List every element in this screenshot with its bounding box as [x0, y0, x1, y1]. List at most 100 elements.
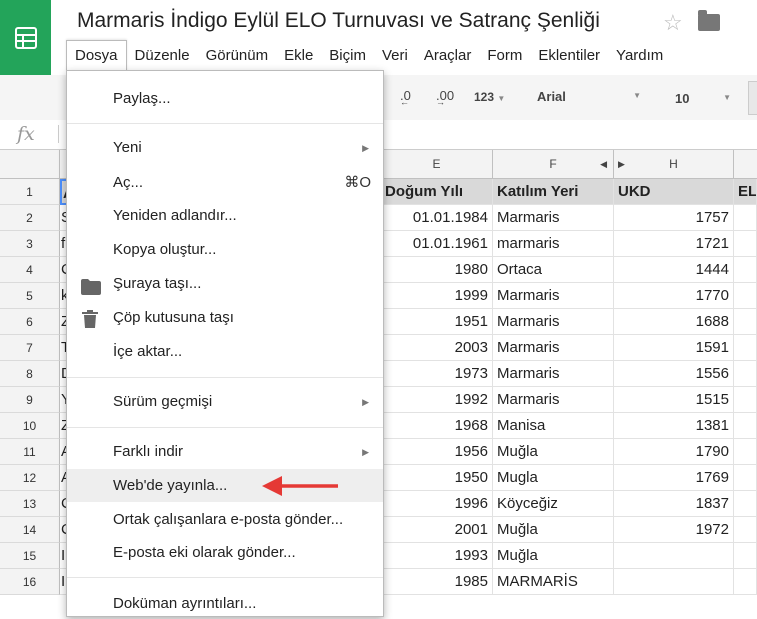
star-icon[interactable]: ☆: [663, 10, 683, 36]
cell-birth-year[interactable]: 1973: [381, 361, 493, 387]
cell-ukd[interactable]: 1721: [614, 231, 734, 257]
cell-ukd[interactable]: 1770: [614, 283, 734, 309]
decrease-decimals-button[interactable]: .0 ←: [400, 88, 411, 107]
increase-decimals-button[interactable]: .00 →: [436, 88, 454, 107]
cell-ukd[interactable]: 1790: [614, 439, 734, 465]
cell-ukd[interactable]: 1688: [614, 309, 734, 335]
row-header[interactable]: 1: [0, 179, 60, 205]
cell-elo[interactable]: [734, 387, 757, 413]
menu-item-download-as[interactable]: Farklı indir ▶: [67, 437, 383, 467]
menu-data[interactable]: Veri: [374, 41, 416, 71]
cell-elo[interactable]: [734, 569, 757, 595]
row-header[interactable]: 13: [0, 491, 60, 517]
row-header[interactable]: 7: [0, 335, 60, 361]
cell-elo[interactable]: [734, 361, 757, 387]
row-header[interactable]: 4: [0, 257, 60, 283]
collapse-left-icon[interactable]: ◀: [600, 150, 607, 178]
cell-elo[interactable]: [734, 231, 757, 257]
select-all-corner[interactable]: [0, 150, 60, 178]
row-header[interactable]: 8: [0, 361, 60, 387]
cell-birth-year[interactable]: 1950: [381, 465, 493, 491]
cell-location[interactable]: Marmaris: [493, 335, 614, 361]
row-header[interactable]: 9: [0, 387, 60, 413]
menu-item-email-as-attachment[interactable]: E-posta eki olarak gönder...: [67, 538, 383, 568]
row-header[interactable]: 12: [0, 465, 60, 491]
cell-location[interactable]: Muğla: [493, 517, 614, 543]
cell-location[interactable]: Mugla: [493, 465, 614, 491]
cell-ukd[interactable]: 1837: [614, 491, 734, 517]
menu-item-share[interactable]: Paylaş...: [67, 84, 383, 114]
cell-elo[interactable]: [734, 283, 757, 309]
cell-birth-year[interactable]: 01.01.1961: [381, 231, 493, 257]
row-header[interactable]: 15: [0, 543, 60, 569]
menu-form[interactable]: Form: [479, 41, 530, 71]
cell-birth-year[interactable]: 1951: [381, 309, 493, 335]
row-header[interactable]: 3: [0, 231, 60, 257]
menu-item-email-collaborators[interactable]: Ortak çalışanlara e-posta gönder...: [67, 505, 383, 535]
font-select[interactable]: Arial ▼: [525, 85, 647, 109]
cell-birth-year[interactable]: 2001: [381, 517, 493, 543]
cell-birth-year[interactable]: 1996: [381, 491, 493, 517]
column-header[interactable]: [734, 150, 757, 178]
cell-location[interactable]: Marmaris: [493, 361, 614, 387]
cell-ukd[interactable]: 1757: [614, 205, 734, 231]
cell-ukd[interactable]: [614, 569, 734, 595]
cell-ukd[interactable]: 1972: [614, 517, 734, 543]
cell-location[interactable]: marmaris: [493, 231, 614, 257]
menu-addons[interactable]: Eklentiler: [530, 41, 608, 71]
cell-elo[interactable]: [734, 205, 757, 231]
cell-elo[interactable]: [734, 439, 757, 465]
cell-ukd[interactable]: 1591: [614, 335, 734, 361]
more-formats-button[interactable]: 123 ▼: [474, 90, 505, 104]
column-header[interactable]: ▶ H: [614, 150, 734, 178]
cell-elo[interactable]: [734, 335, 757, 361]
cell-birth-year[interactable]: 1992: [381, 387, 493, 413]
menu-file[interactable]: Dosya: [66, 40, 127, 72]
cell-birth-year[interactable]: 1999: [381, 283, 493, 309]
menu-item-new[interactable]: Yeni ▶: [67, 133, 383, 163]
row-header[interactable]: 11: [0, 439, 60, 465]
cell-elo[interactable]: [734, 257, 757, 283]
menu-insert[interactable]: Ekle: [276, 41, 321, 71]
cell-location[interactable]: Katılım Yeri: [493, 179, 614, 205]
menu-item-import[interactable]: İçe aktar...: [67, 337, 383, 367]
column-header[interactable]: E: [381, 150, 493, 178]
menu-help[interactable]: Yardım: [608, 41, 671, 71]
font-size-select[interactable]: 10 ▼: [665, 85, 735, 109]
menu-edit[interactable]: Düzenle: [127, 41, 198, 71]
menu-item-trash[interactable]: Çöp kutusuna taşı: [67, 303, 383, 333]
folder-icon[interactable]: [698, 10, 720, 31]
cell-location[interactable]: MARMARİS: [493, 569, 614, 595]
menu-item-version-history[interactable]: Sürüm geçmişi ▶: [67, 387, 383, 417]
row-header[interactable]: 16: [0, 569, 60, 595]
cell-location[interactable]: Ortaca: [493, 257, 614, 283]
document-title[interactable]: Marmaris İndigo Eylül ELO Turnuvası ve S…: [77, 9, 600, 33]
menu-item-open[interactable]: Aç... ⌘O: [67, 168, 383, 198]
cell-location[interactable]: Manisa: [493, 413, 614, 439]
menu-item-rename[interactable]: Yeniden adlandır...: [67, 201, 383, 231]
cell-elo[interactable]: [734, 309, 757, 335]
menu-item-make-copy[interactable]: Kopya oluştur...: [67, 235, 383, 265]
cell-birth-year[interactable]: 01.01.1984: [381, 205, 493, 231]
toolbar-overflow-button[interactable]: [748, 81, 757, 115]
cell-elo[interactable]: EL: [734, 179, 757, 205]
cell-location[interactable]: Marmaris: [493, 309, 614, 335]
cell-ukd[interactable]: 1381: [614, 413, 734, 439]
cell-ukd[interactable]: 1515: [614, 387, 734, 413]
cell-elo[interactable]: [734, 465, 757, 491]
cell-ukd[interactable]: 1769: [614, 465, 734, 491]
row-header[interactable]: 2: [0, 205, 60, 231]
cell-birth-year[interactable]: 1993: [381, 543, 493, 569]
sheets-logo-icon[interactable]: [0, 0, 51, 75]
menu-view[interactable]: Görünüm: [198, 41, 277, 71]
menu-format[interactable]: Biçim: [321, 41, 374, 71]
cell-ukd[interactable]: 1444: [614, 257, 734, 283]
menu-item-document-details[interactable]: Doküman ayrıntıları...: [67, 589, 383, 619]
cell-elo[interactable]: [734, 543, 757, 569]
cell-location[interactable]: Köyceğiz: [493, 491, 614, 517]
cell-elo[interactable]: [734, 491, 757, 517]
cell-location[interactable]: Marmaris: [493, 283, 614, 309]
cell-ukd[interactable]: 1556: [614, 361, 734, 387]
cell-location[interactable]: Marmaris: [493, 387, 614, 413]
cell-ukd[interactable]: [614, 543, 734, 569]
